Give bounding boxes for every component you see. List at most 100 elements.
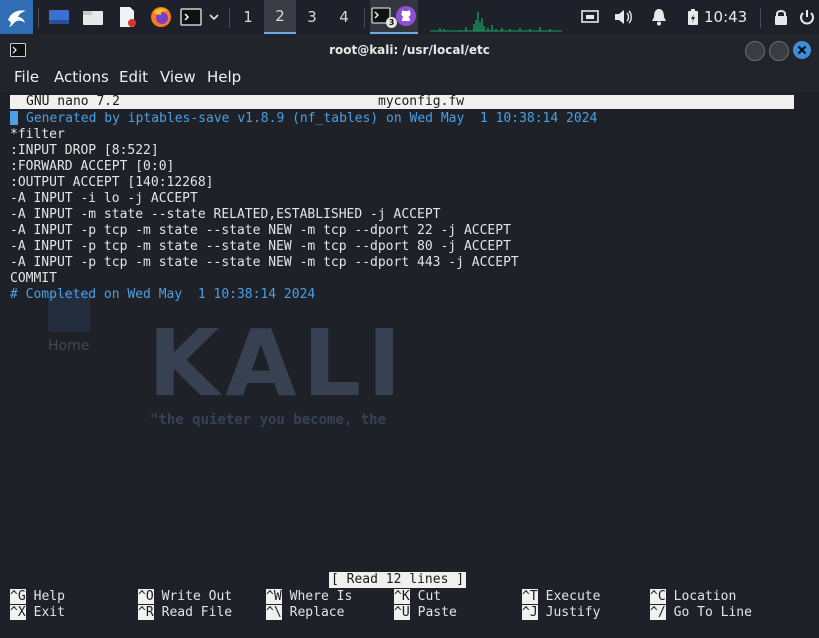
nano-title-bar: GNU nano 7.2 myconfig.fw <box>10 95 794 109</box>
window-count-badge: 3 <box>386 17 397 28</box>
config-line: -A INPUT -p tcp -m state --state NEW -m … <box>10 239 511 254</box>
shortcut-go-to-line[interactable]: ^/ Go To Line <box>650 605 752 621</box>
github-icon <box>396 6 416 26</box>
shortcut-label: Location <box>673 589 737 604</box>
shortcut-key: ^X <box>10 605 26 620</box>
menu-help[interactable]: Help <box>207 68 241 86</box>
menu-file[interactable]: File <box>14 68 39 86</box>
window-titlebar[interactable]: root@kali: /usr/local/etc <box>0 34 819 66</box>
shortcut-read-file[interactable]: ^R Read File <box>138 605 232 621</box>
close-button[interactable] <box>793 41 811 59</box>
network-indicator[interactable] <box>579 0 601 34</box>
shortcut-key: ^J <box>522 605 538 620</box>
network-icon <box>581 10 599 23</box>
terminal-area[interactable]: Home KALI "the quieter you become, the F… <box>0 92 819 638</box>
shortcut-key: ^W <box>266 589 282 604</box>
workspace-label: 2 <box>275 7 285 25</box>
config-line: COMMIT <box>10 271 57 286</box>
shortcut-exit[interactable]: ^X Exit <box>10 605 65 621</box>
shortcut-label: Execute <box>545 589 601 604</box>
shortcut-paste[interactable]: ^U Paste <box>394 605 457 621</box>
comment-line: # Completed on Wed May 1 10:38:14 2024 <box>10 287 316 302</box>
shortcut-label: Write Out <box>161 589 233 604</box>
shortcut-key: ^\ <box>266 605 282 620</box>
shortcut-where-is[interactable]: ^W Where Is <box>266 589 352 605</box>
notifications-indicator[interactable] <box>648 0 670 34</box>
workspace-1[interactable]: 1 <box>232 0 264 34</box>
text-editor-icon <box>120 7 136 27</box>
logout-button[interactable] <box>796 0 818 34</box>
workspace-label: 3 <box>307 8 317 26</box>
terminal-window: root@kali: /usr/local/etc File Actions E… <box>0 34 819 638</box>
shortcut-key: ^C <box>650 589 666 604</box>
wallpaper-logo: KALI <box>148 310 408 417</box>
nano-filename: myconfig.fw <box>378 94 465 109</box>
kali-dragon-icon <box>7 10 26 27</box>
shortcut-key: ^R <box>138 605 154 620</box>
shortcut-label: Cut <box>417 589 442 604</box>
bell-icon <box>652 9 666 26</box>
workspace-4[interactable]: 4 <box>328 0 360 34</box>
top-panel: 1 2 3 4 3 10:43 <box>0 0 819 34</box>
shortcut-location[interactable]: ^C Location <box>650 589 736 605</box>
minimize-button[interactable] <box>745 41 765 61</box>
taskbar-terminal-window[interactable]: 3 <box>370 0 418 34</box>
status-message: [ Read 12 lines ] <box>329 572 467 588</box>
shortcut-label: Replace <box>289 605 345 620</box>
config-line: -A INPUT -i lo -j ACCEPT <box>10 191 198 206</box>
shortcut-key: ^G <box>10 589 26 604</box>
shortcut-key: ^/ <box>650 605 666 620</box>
wallpaper-tagline: "the quieter you become, the <box>150 412 387 428</box>
text-cursor <box>10 111 18 125</box>
nano-version: GNU nano 7.2 <box>26 94 120 109</box>
shortcut-label: Justify <box>545 605 601 620</box>
config-line: -A INPUT -p tcp -m state --state NEW -m … <box>10 223 511 238</box>
clock[interactable]: 10:43 <box>704 0 747 34</box>
workspace-label: 4 <box>339 8 349 26</box>
shortcut-execute[interactable]: ^T Execute <box>522 589 600 605</box>
config-line: :INPUT DROP [8:522] <box>10 143 159 158</box>
kali-menu-button[interactable] <box>0 0 33 34</box>
menu-view[interactable]: View <box>160 68 196 86</box>
workspace-label: 1 <box>243 8 253 26</box>
shortcut-help[interactable]: ^G Help <box>10 589 65 605</box>
lock-screen-button[interactable] <box>770 0 792 34</box>
launcher-dropdown[interactable] <box>205 0 223 34</box>
shortcut-justify[interactable]: ^J Justify <box>522 605 600 621</box>
menu-edit[interactable]: Edit <box>119 68 148 86</box>
line-text: Generated by iptables-save v1.8.9 (nf_ta… <box>26 111 598 126</box>
terminal-icon <box>180 8 202 26</box>
shortcut-label: Go To Line <box>673 605 752 620</box>
text-editor-launcher[interactable] <box>114 0 140 34</box>
power-icon <box>800 10 814 25</box>
shortcut-write-out[interactable]: ^O Write Out <box>138 589 232 605</box>
comment-line: Generated by iptables-save v1.8.9 (nf_ta… <box>10 111 597 127</box>
menu-bar: File Actions Edit View Help <box>0 66 819 90</box>
config-line: -A INPUT -m state --state RELATED,ESTABL… <box>10 207 441 222</box>
desktop-icon <box>49 10 69 24</box>
firefox-icon <box>151 7 171 27</box>
shortcut-cut[interactable]: ^K Cut <box>394 589 441 605</box>
battery-icon <box>688 9 698 25</box>
menu-actions[interactable]: Actions <box>54 68 109 86</box>
shortcut-label: Paste <box>417 605 457 620</box>
shortcut-label: Read File <box>161 605 233 620</box>
firefox-launcher[interactable] <box>148 0 174 34</box>
window-title: root@kali: /usr/local/etc <box>329 43 490 57</box>
shortcut-replace[interactable]: ^\ Replace <box>266 605 344 621</box>
shortcut-key: ^U <box>394 605 410 620</box>
shortcut-label: Where Is <box>289 589 353 604</box>
shortcut-key: ^T <box>522 589 538 604</box>
cpu-monitor-graph <box>430 12 562 32</box>
maximize-button[interactable] <box>769 41 789 61</box>
volume-icon <box>615 10 632 24</box>
power-indicator[interactable] <box>682 0 704 34</box>
workspace-3[interactable]: 3 <box>296 0 328 34</box>
volume-indicator[interactable] <box>612 0 634 34</box>
config-line: -A INPUT -p tcp -m state --state NEW -m … <box>10 255 519 270</box>
show-desktop-button[interactable] <box>46 0 72 34</box>
close-icon <box>797 45 807 55</box>
file-manager-launcher[interactable] <box>80 0 106 34</box>
workspace-2[interactable]: 2 <box>264 0 296 34</box>
terminal-launcher[interactable] <box>178 0 204 34</box>
